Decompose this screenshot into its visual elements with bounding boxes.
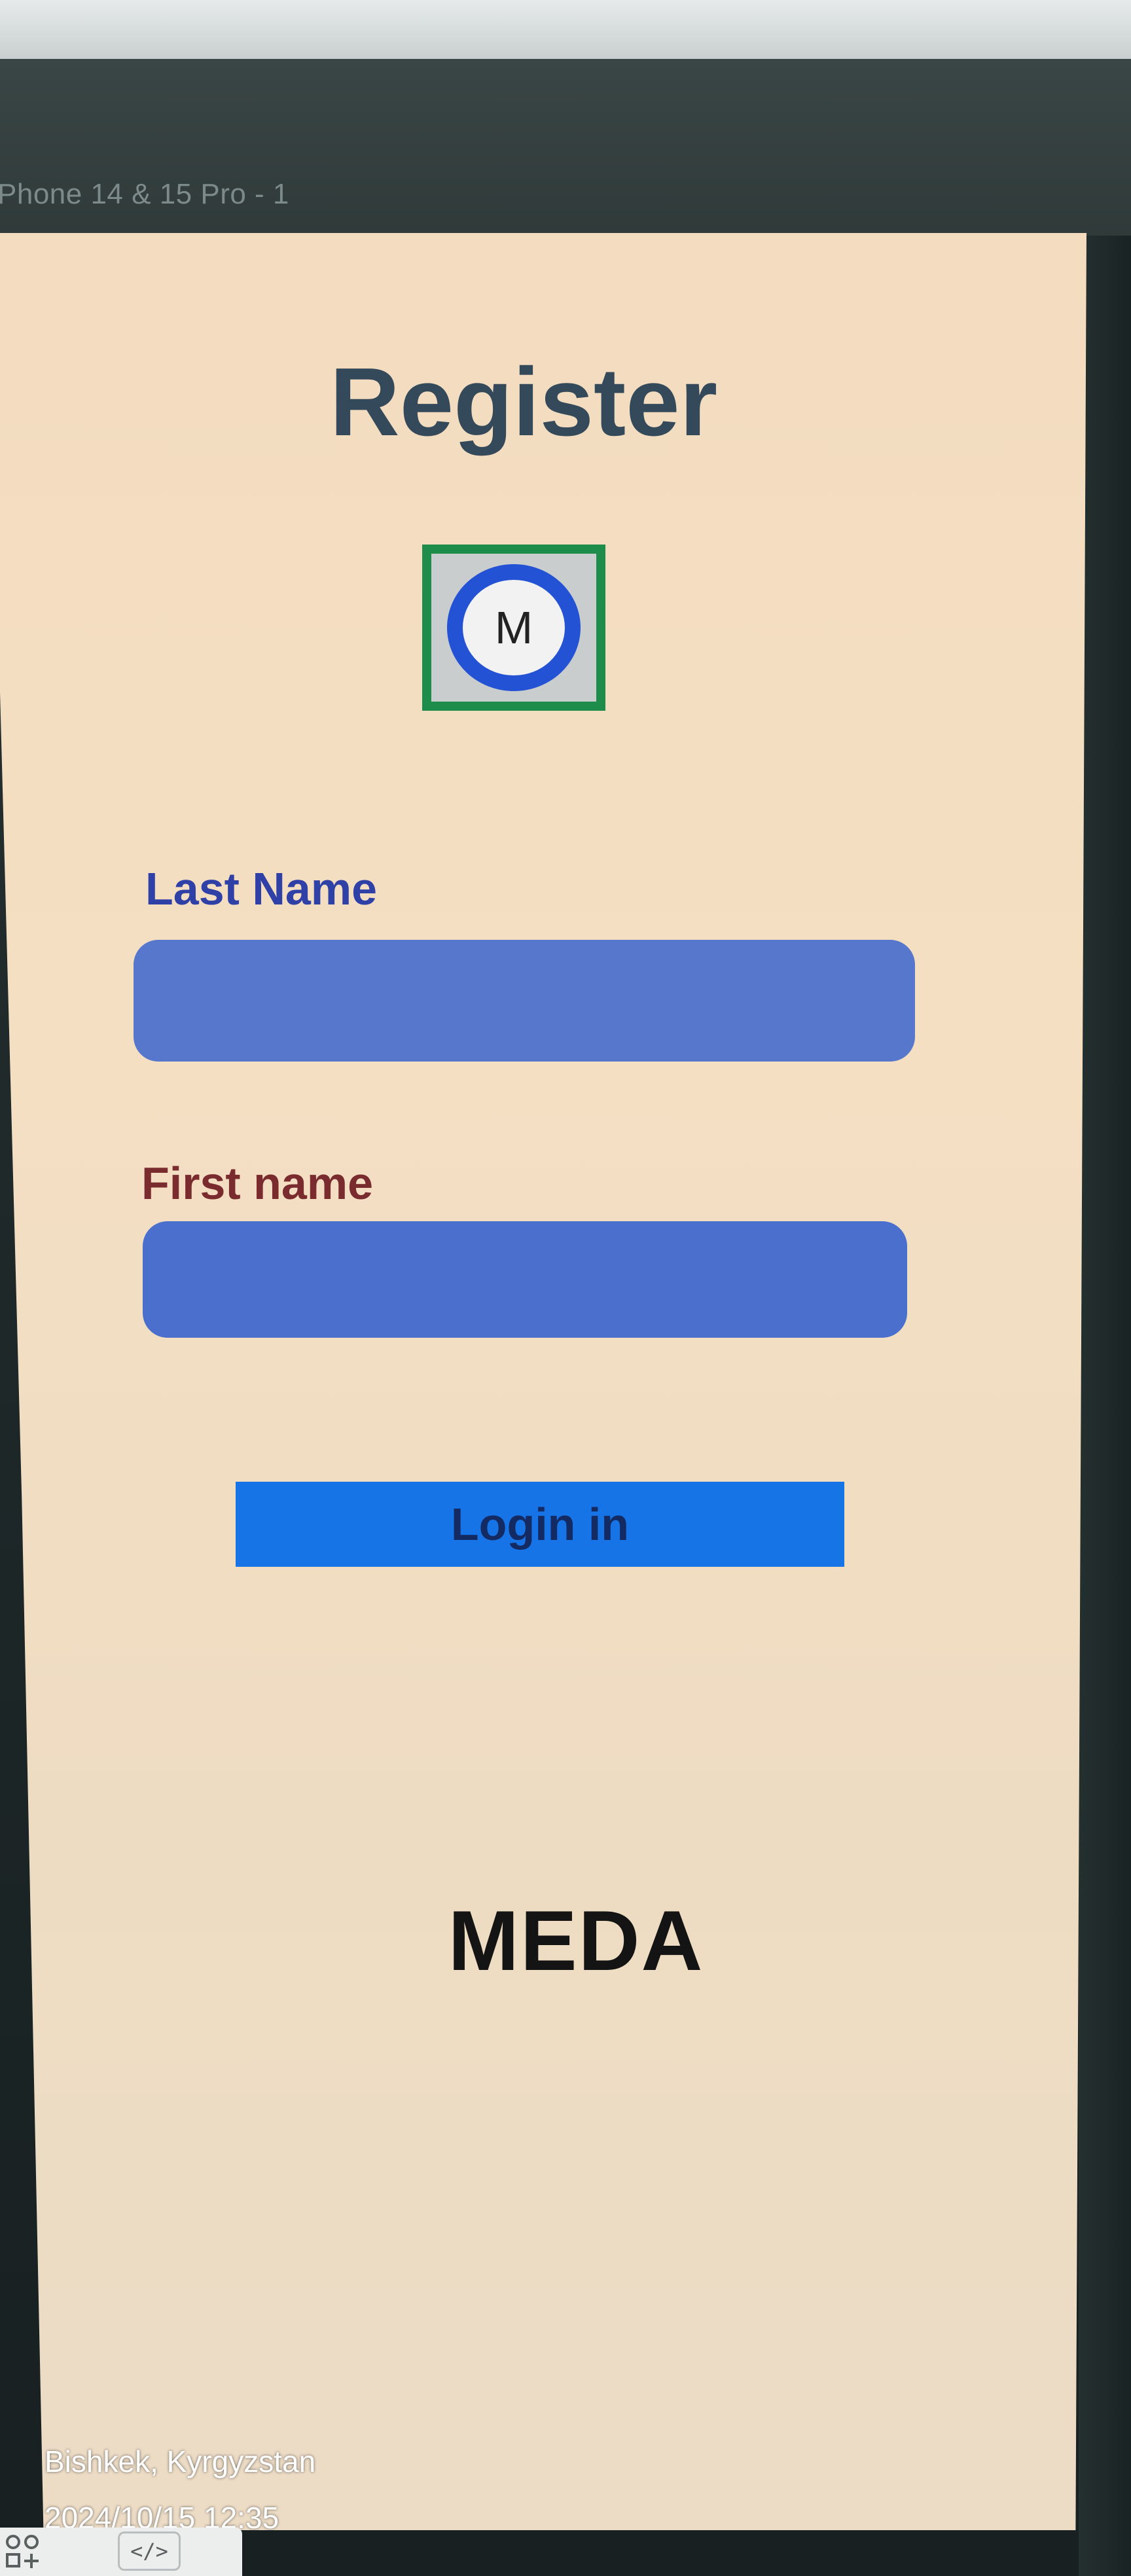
photo-location-stamp: Bishkek, Kyrgyzstan [45,2444,316,2478]
code-icon[interactable]: </> [118,2531,181,2571]
first-name-label: First name [141,1158,373,1209]
logo-letter: M [494,602,533,653]
components-icon[interactable] [4,2533,43,2576]
page-title: Register [329,348,718,456]
login-button[interactable]: Login in [236,1482,844,1567]
last-name-input[interactable] [134,940,915,1062]
first-name-input[interactable] [143,1221,907,1338]
last-name-label: Last Name [145,863,378,914]
photo-background: Phone 14 & 15 Pro - 1 Register M Last Na… [0,0,1131,2576]
logo: M [422,545,605,711]
brand-name: MEDA [448,1893,704,1988]
editor-bottom-toolbar: </> [0,2528,242,2576]
logo-ring-icon: M [447,564,581,691]
frame-label[interactable]: Phone 14 & 15 Pro - 1 [0,178,289,211]
monitor-top-strip [0,0,1131,59]
editor-right-edge [1079,236,1131,2576]
